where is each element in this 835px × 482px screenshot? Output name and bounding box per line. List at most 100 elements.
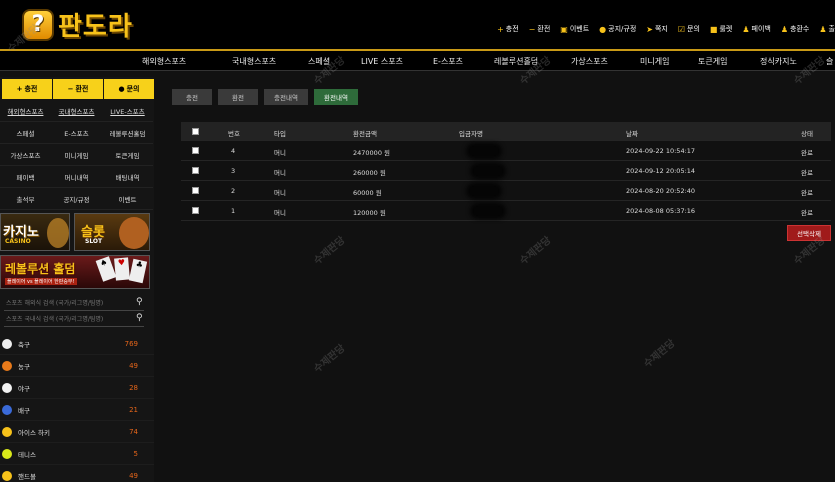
sport-row[interactable]: 야구 28 (0, 377, 154, 399)
tab-1[interactable]: 환전 (218, 89, 258, 105)
sidebar-menu-item[interactable]: E-스포츠 (51, 122, 102, 144)
tab-2[interactable]: 충전내역 (264, 89, 308, 105)
sidebar-menu-item[interactable]: 미니게임 (51, 144, 102, 166)
sidebar-menu-item[interactable]: 레볼루션홀덤 (102, 122, 153, 144)
top-link[interactable]: ▣ 이벤트 (560, 24, 589, 34)
sidebar-menu: 해외형스포츠 국내형스포츠 LIVE-스포츠스페셜 E-스포츠 레볼루션홀덤가상스포츠 미… (0, 100, 154, 212)
row-checkbox[interactable] (192, 167, 199, 174)
top-link[interactable]: + 충전 (497, 24, 519, 34)
top-link[interactable]: − 환전 (529, 24, 551, 34)
column-header: 입금자명 (459, 130, 483, 138)
top-link-label: 페이백 (751, 25, 771, 33)
logo[interactable]: ? 판도라 (22, 6, 133, 43)
sidebar-menu-item[interactable]: 출석부 (0, 188, 51, 210)
top-link[interactable]: ☑ 문의 (678, 24, 700, 34)
sidebar-menu-item[interactable]: 해외형스포츠 (0, 100, 51, 122)
sport-name: 아이스 하키 (18, 428, 50, 437)
row-checkbox[interactable] (192, 187, 199, 194)
sport-row[interactable]: 축구 769 (0, 333, 154, 355)
tab-3[interactable]: 환전내역 (314, 89, 358, 105)
sidebar-menu-item[interactable]: 배팅내역 (102, 166, 153, 188)
sidebar-menu-item[interactable]: 토큰게임 (102, 144, 153, 166)
sidebar-menu-item[interactable]: 스페셜 (0, 122, 51, 144)
sport-row[interactable]: 아이스 하키 74 (0, 421, 154, 443)
top-link-label: 출 (828, 25, 835, 33)
info-icon: ● (599, 24, 607, 34)
domestic-search-input[interactable]: 스포츠 국내식 검색 (국가/리그명/팀명) (4, 311, 144, 327)
plus-icon: + (16, 85, 23, 93)
main-nav-item[interactable]: 정식카지노 (760, 56, 797, 67)
main-nav: 해외형스포츠 국내형스포츠 스페셜 LIVE 스포츠 E-스포츠 레볼루션홀덤 가상스포츠 미… (0, 51, 835, 71)
top-link-label: 공지/규정 (608, 25, 637, 33)
top-link[interactable]: ➤ 쪽지 (646, 24, 668, 34)
sidebar-menu-item[interactable]: LIVE-스포츠 (102, 100, 153, 122)
main-nav-item[interactable]: 미니게임 (640, 56, 669, 67)
holdem-banner[interactable]: 레볼루션 홀덤 플레이어 vs 플레이어 한판승부! ♠ ♥ ♣ (0, 255, 150, 289)
slot-monkey-icon (119, 217, 149, 249)
sidebar-menu-item[interactable]: 페이백 (0, 166, 51, 188)
top-link[interactable]: ♟ 페이백 (742, 24, 771, 34)
minus-icon: − (67, 85, 74, 93)
table-row: 1 머니 120000 원 2024-08-08 05:37:16 완료 (181, 201, 831, 221)
top-link[interactable]: ■ 룰렛 (710, 24, 732, 34)
sport-row[interactable]: 테니스 5 (0, 443, 154, 465)
main-nav-item[interactable]: 국내형스포츠 (232, 56, 276, 67)
casino-figure-icon (47, 218, 69, 248)
sport-row[interactable]: 농구 49 (0, 355, 154, 377)
column-header: 날짜 (626, 130, 638, 138)
sport-row[interactable]: 핸드볼 49 (0, 465, 154, 482)
table-cell: 260000 원 (353, 169, 386, 177)
minus-icon: − (528, 24, 536, 34)
tab-0[interactable]: 충전 (172, 89, 212, 105)
table-row: 2 머니 60000 원 2024-08-20 20:52:40 완료 (181, 181, 831, 201)
row-checkbox[interactable] (192, 207, 199, 214)
sidebar-menu-item[interactable]: 공지/규정 (51, 188, 102, 210)
search-icon[interactable]: ⚲ (136, 297, 146, 309)
main-nav-item[interactable]: 토큰게임 (698, 56, 727, 67)
table-cell: 완료 (801, 189, 813, 197)
top-links: + 충전 − 환전 ▣ 이벤트 ● 공지/규정 ➤ 쪽지 ☑ 문의 ■ 룰렛 ♟ 페이백 ♟ 충환수 ♟ 출 (497, 24, 835, 34)
casino-banner-sub: CASINO (5, 238, 31, 245)
slot-banner[interactable]: 슬롯 SLOT (74, 213, 150, 251)
info-icon: ● (118, 85, 125, 93)
sport-name: 야구 (18, 384, 30, 393)
overseas-search-input[interactable]: 스포츠 해외식 검색 (국가/리그명/팀명) (4, 295, 144, 311)
button-label: 환전 (75, 85, 89, 93)
app-window: ? 판도라 + 충전 − 환전 ▣ 이벤트 ● 공지/규정 ➤ 쪽지 ☑ 문의 ■ 룰렛 ♟ 페이백 ♟ 충환수 ♟… (0, 0, 835, 482)
sidebar-withdraw-button[interactable]: − 환전 (53, 79, 103, 99)
sidebar-deposit-button[interactable]: + 충전 (2, 79, 52, 99)
table-row: 3 머니 260000 원 2024-09-12 20:05:14 완료 (181, 161, 831, 181)
column-header: 상태 (801, 130, 813, 138)
top-link-label: 이벤트 (569, 25, 590, 33)
top-link-label: 룰렛 (719, 25, 733, 33)
sport-row[interactable]: 배구 21 (0, 399, 154, 421)
sport-count: 49 (129, 361, 138, 370)
main-nav-item[interactable]: 가상스포츠 (571, 56, 608, 67)
sidebar-inquiry-button[interactable]: ● 문의 (104, 79, 154, 99)
top-link-label: 충환수 (790, 25, 810, 33)
search-icon[interactable]: ⚲ (136, 313, 146, 325)
row-checkbox[interactable] (192, 147, 199, 154)
redacted-name (469, 146, 499, 156)
header: ? 판도라 + 충전 − 환전 ▣ 이벤트 ● 공지/규정 ➤ 쪽지 ☑ 문의 ■ 룰렛 ♟ 페이백 ♟ 충환수 ♟… (0, 0, 835, 50)
main-nav-item[interactable]: 슬 (826, 56, 833, 67)
table-cell: 머니 (274, 189, 286, 197)
main-nav-item[interactable]: 해외형스포츠 (142, 56, 186, 67)
watermark: 수제판당 (312, 234, 348, 268)
sidebar-menu-item[interactable]: 가상스포츠 (0, 144, 51, 166)
main-nav-item[interactable]: LIVE 스포츠 (361, 56, 403, 67)
sidebar-menu-item[interactable]: 국내형스포츠 (51, 100, 102, 122)
top-link[interactable]: ● 공지/규정 (599, 24, 636, 34)
main-nav-item[interactable]: E-스포츠 (433, 56, 463, 67)
casino-banner[interactable]: 카지노 CASINO (0, 213, 70, 251)
sidebar-menu-item[interactable]: 이벤트 (102, 188, 153, 210)
select-all-checkbox[interactable] (192, 128, 199, 135)
table-cell: 완료 (801, 169, 813, 177)
sport-count: 49 (129, 471, 138, 480)
holdem-banner-sub: 플레이어 vs 플레이어 한판승부! (5, 278, 77, 285)
sidebar-menu-item[interactable]: 머니내역 (51, 166, 102, 188)
card-icon: ♥ (114, 257, 130, 281)
top-link[interactable]: ♟ 출 (819, 24, 835, 34)
top-link[interactable]: ♟ 충환수 (781, 24, 810, 34)
table-cell: 60000 원 (353, 189, 382, 197)
